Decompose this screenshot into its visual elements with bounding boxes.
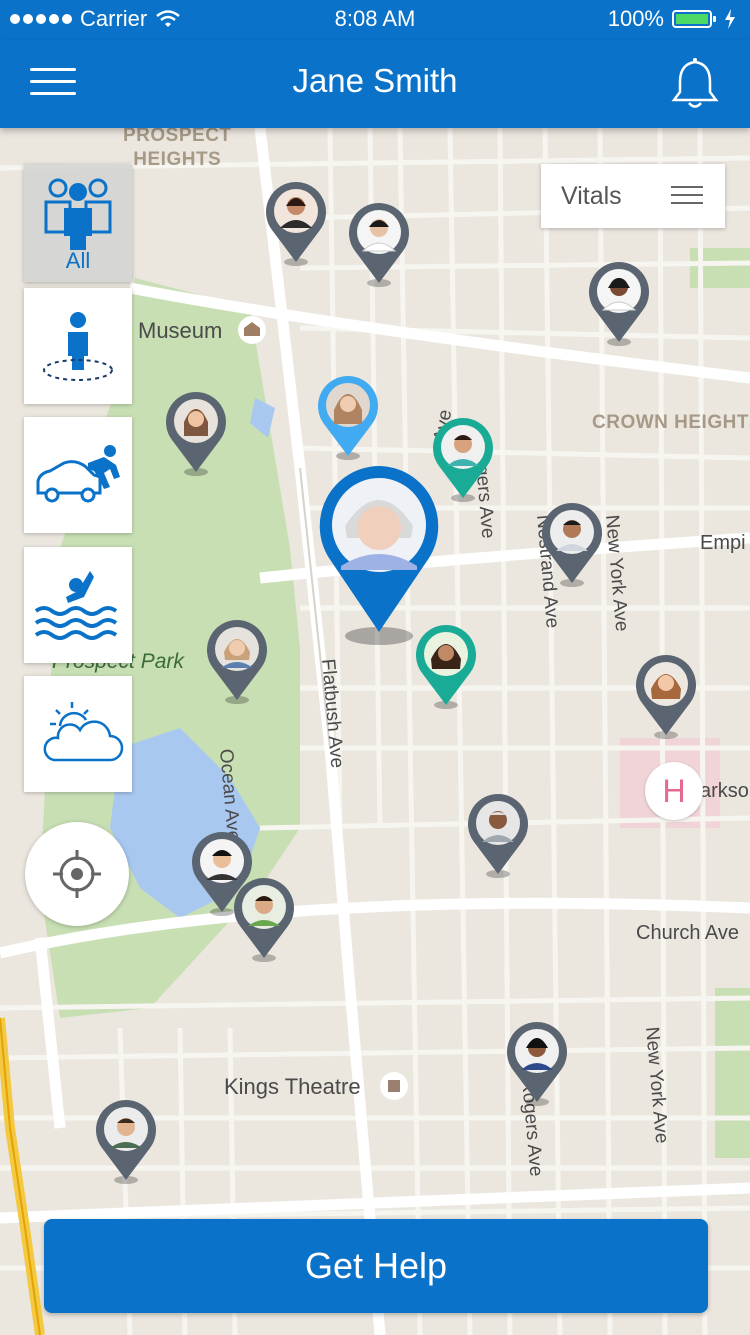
filter-person-location-button[interactable] <box>24 288 132 404</box>
vitals-label: Vitals <box>561 182 622 210</box>
vitals-button[interactable]: Vitals <box>541 164 725 228</box>
map-pin-icon <box>266 182 326 266</box>
label-prospect-heights: PROSPECT HEIGHTS <box>123 125 232 170</box>
map-pin-icon <box>318 376 378 460</box>
person-pin[interactable] <box>349 203 409 287</box>
battery-icon <box>672 10 716 28</box>
person-pin[interactable] <box>589 262 649 346</box>
crosshair-icon <box>53 850 101 898</box>
page-title: Jane Smith <box>292 62 458 99</box>
hospital-marker[interactable]: H <box>645 762 703 820</box>
list-icon <box>671 186 703 206</box>
filter-car-accident-button[interactable] <box>24 417 132 533</box>
filter-all-label: All <box>65 248 91 273</box>
person-pin[interactable] <box>266 182 326 266</box>
locate-me-button[interactable] <box>25 822 129 926</box>
map-pin-icon <box>468 794 528 878</box>
person-pin[interactable] <box>96 1100 156 1184</box>
car-accident-icon <box>36 445 120 503</box>
label-empire: Empi <box>700 532 746 554</box>
label-parkside: arkso <box>700 780 749 802</box>
map-pin-icon <box>636 655 696 739</box>
person-pin[interactable] <box>433 418 493 502</box>
map-pin-icon <box>96 1100 156 1184</box>
person-pin[interactable] <box>542 503 602 587</box>
charging-bolt-icon <box>725 9 735 29</box>
map-pin-icon <box>234 878 294 962</box>
filter-weather-button[interactable] <box>24 676 132 792</box>
label-museum: Museum <box>138 318 223 343</box>
bell-icon[interactable] <box>670 56 720 110</box>
filter-all-button[interactable]: All <box>24 164 132 282</box>
label-church-ave: Church Ave <box>636 922 740 944</box>
drowning-icon <box>34 571 118 640</box>
app-screen: PROSPECT HEIGHTS CROWN HEIGHTS Museum Pr… <box>0 0 750 1335</box>
person-location-icon <box>43 312 113 381</box>
nav-bar: Jane Smith <box>0 40 750 128</box>
map-pin-icon <box>166 392 226 476</box>
map-pin-icon <box>507 1022 567 1106</box>
person-pin[interactable] <box>507 1022 567 1106</box>
person-pin[interactable] <box>166 392 226 476</box>
person-pin[interactable] <box>636 655 696 739</box>
person-pin[interactable] <box>468 794 528 878</box>
person-pin-selected[interactable] <box>318 376 378 460</box>
filter-drowning-button[interactable] <box>24 547 132 663</box>
get-help-button[interactable]: Get Help <box>44 1219 708 1313</box>
map-pin-icon <box>433 418 493 502</box>
status-bar: Carrier 8:08 AM 100% <box>0 0 750 40</box>
user-location-pin-icon <box>319 466 439 645</box>
current-user-pin[interactable] <box>319 466 439 645</box>
label-kings-theatre: Kings Theatre <box>224 1074 361 1099</box>
map-pin-icon <box>207 620 267 704</box>
map-pin-icon <box>589 262 649 346</box>
label-crown-heights: CROWN HEIGHTS <box>592 412 750 433</box>
person-pin[interactable] <box>234 878 294 962</box>
map-pin-icon <box>542 503 602 587</box>
person-pin[interactable] <box>207 620 267 704</box>
battery-percent: 100% <box>607 6 664 31</box>
weather-icon <box>43 702 124 762</box>
map-pin-icon <box>349 203 409 287</box>
